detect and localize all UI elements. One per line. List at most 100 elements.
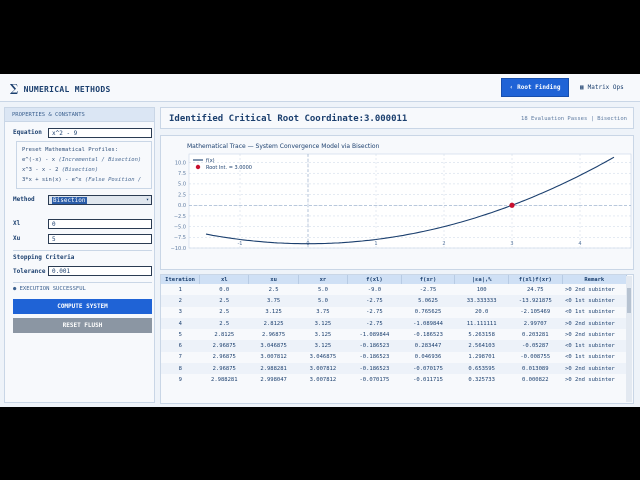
table-cell: 100 [476,286,487,293]
root-value: 3.000011 [364,114,408,124]
method-select[interactable]: Bisection ▾ [48,195,152,205]
table-cell: -1.089844 [359,331,390,338]
y-tick-label: −2.5 [174,214,186,220]
table-cell: 3.125 [265,309,282,316]
table-cell: -2.75 [347,317,402,330]
table-cell: 3.75 [316,309,330,316]
tolerance-input[interactable]: 0.001 [48,266,152,276]
table-cell: 9 [178,377,182,384]
table-cell: 7 [178,354,182,361]
column-header[interactable]: xl [199,275,250,284]
iteration-table-panel: Iteration xl xu xr f(xl) f(xr) |εa|,% f(xl)f(xr… [160,274,634,404]
column-header[interactable]: f(xl) [347,275,402,284]
table-body: 1 0.0 2.5 5.0 -9.0 -2.75 100 24.75 >0 2nd subint… [161,284,627,386]
stopping-criteria-label: Stopping Criteria [13,254,75,261]
legend-marker-swatch [195,164,201,170]
table-cell: -0.070175 [359,377,390,384]
table-cell: 3.007812 [309,377,337,384]
column-header[interactable]: Iteration [161,275,201,284]
table-cell: 8 [161,363,200,375]
table-header-row: Iteration xl xu xr f(xl) f(xr) |εa|,% f(xl)f(xr… [161,275,628,284]
method-label: Method [13,196,35,203]
preset-item[interactable]: 3*x + sin(x) - e^x (False Position / [22,175,146,185]
matrix-ops-button[interactable]: ▦ Matrix Ops [573,78,633,97]
preset-item[interactable]: e^(-x) - x (Incremental / Bisection) [22,155,146,165]
table-scrollbar[interactable] [626,276,632,402]
table-cell: 2.8125 [214,331,235,338]
table-cell: 2.96875 [262,331,286,338]
table-cell: 0.325733 [468,377,495,384]
table-cell: -0.186523 [347,363,402,375]
xu-input[interactable]: 5 [48,234,152,244]
table-cell: -0.011715 [413,377,443,384]
xu-label: Xu [13,235,21,242]
table-cell: 0.765625 [414,309,442,316]
column-header[interactable]: xu [248,275,299,284]
table-cell: 3 [178,309,182,316]
table-cell: 5.0 [298,295,348,307]
table-cell: -9.0 [367,286,382,293]
column-header[interactable]: xr [298,275,349,284]
root-marker [509,202,515,208]
table-row: 3 2.5 3.125 3.75 -2.75 0.765625 20.0 -2.105469 <… [161,307,627,318]
table-cell: 3.125 [298,317,348,330]
y-tick-label: −10.0 [171,246,186,252]
preset-profiles: Preset Mathematical Profiles: e^(-x) - x… [16,141,152,189]
table-cell: 0.046936 [414,354,442,361]
table-cell: 2.96875 [199,340,249,352]
table-cell: -2.75 [347,295,402,307]
status-text: ● EXECUTION SUCCESSFUL [13,286,86,292]
table-cell: <0 1st subinter [565,309,615,316]
table-row: 2 2.5 3.75 5.0 -2.75 5.0625 33.333333 -13.92187… [161,295,627,307]
table-cell: 2 [161,295,200,307]
table-cell: 5.0625 [401,295,455,307]
top-bar: ∑ NUMERICAL METHODS ‹ Root Finding ▦ Matrix… [0,74,640,102]
table-cell: 3.75 [248,295,299,307]
column-header[interactable]: Remark [562,275,628,284]
preset-item[interactable]: x^3 - x - 2 (Bisection) [22,165,146,175]
y-tick-label: 7.5 [178,171,186,177]
table-cell: 20.0 [475,309,489,316]
equation-input[interactable]: x^2 - 9 [48,128,152,138]
legend-label-root: Root Int. = 3.0000 [206,165,252,171]
table-row: 5 2.8125 2.96875 3.125 -1.089844 -0.186523 5.2… [161,329,627,340]
table-cell: >0 2nd subinter [565,377,615,384]
x-tick-label: 2 [442,241,445,247]
xl-label: Xl [13,220,21,227]
table-cell: 6 [161,340,200,352]
column-header[interactable]: f(xl)f(xr) [508,275,563,284]
result-meta: 18 Evaluation Passes | Bisection [521,116,627,122]
root-finding-button[interactable]: ‹ Root Finding [501,78,569,97]
compute-button[interactable]: COMPUTE SYSTEM [13,299,152,314]
table-cell: 1.298701 [468,354,495,361]
table-cell: -0.186523 [347,340,402,352]
table-cell: 4 [161,317,200,330]
y-tick-label: 10.0 [175,160,186,166]
table-cell: 0.203281 [522,331,549,338]
table-cell: 24.75 [527,286,544,293]
table-cell: 2.5 [219,309,230,316]
table-cell: 11.111111 [454,317,509,330]
table-cell: <0 1st subinter [565,354,615,361]
table-cell: >0 2nd subinter [562,317,627,330]
table-row: 8 2.96875 2.988281 3.007812 -0.186523 -0.0701… [161,363,627,375]
y-tick-label: 0.0 [178,203,186,209]
table-cell: >0 2nd subinter [562,363,627,375]
convergence-chart: -101234−10.0−7.5−5.0−2.50.02.55.07.510.0… [171,153,632,252]
table-row: 9 2.988281 2.998047 3.007812 -0.070175 -0.011… [161,374,627,385]
result-title: Identified Critical Root Coordinate: [169,114,365,124]
table-cell: <0 1st subinter [562,295,627,307]
column-header[interactable]: f(xr) [401,275,456,284]
xl-input[interactable]: 0 [48,219,152,229]
chevron-left-icon: ‹ [509,84,514,91]
table-cell: 2.988281 [211,377,238,384]
table-cell: 2.96875 [199,363,249,375]
reset-button[interactable]: RESET FLUSH [13,318,152,333]
table-cell: 2.998047 [260,377,287,384]
table-cell: >0 2nd subinter [565,286,615,293]
scrollbar-thumb[interactable] [627,288,631,313]
app-window: ∑ NUMERICAL METHODS ‹ Root Finding ▦ Matrix… [0,74,640,407]
column-header[interactable]: |εa|,% [454,275,509,284]
table-cell: -0.008755 [520,354,551,361]
table-cell: 2.99707 [508,317,563,330]
